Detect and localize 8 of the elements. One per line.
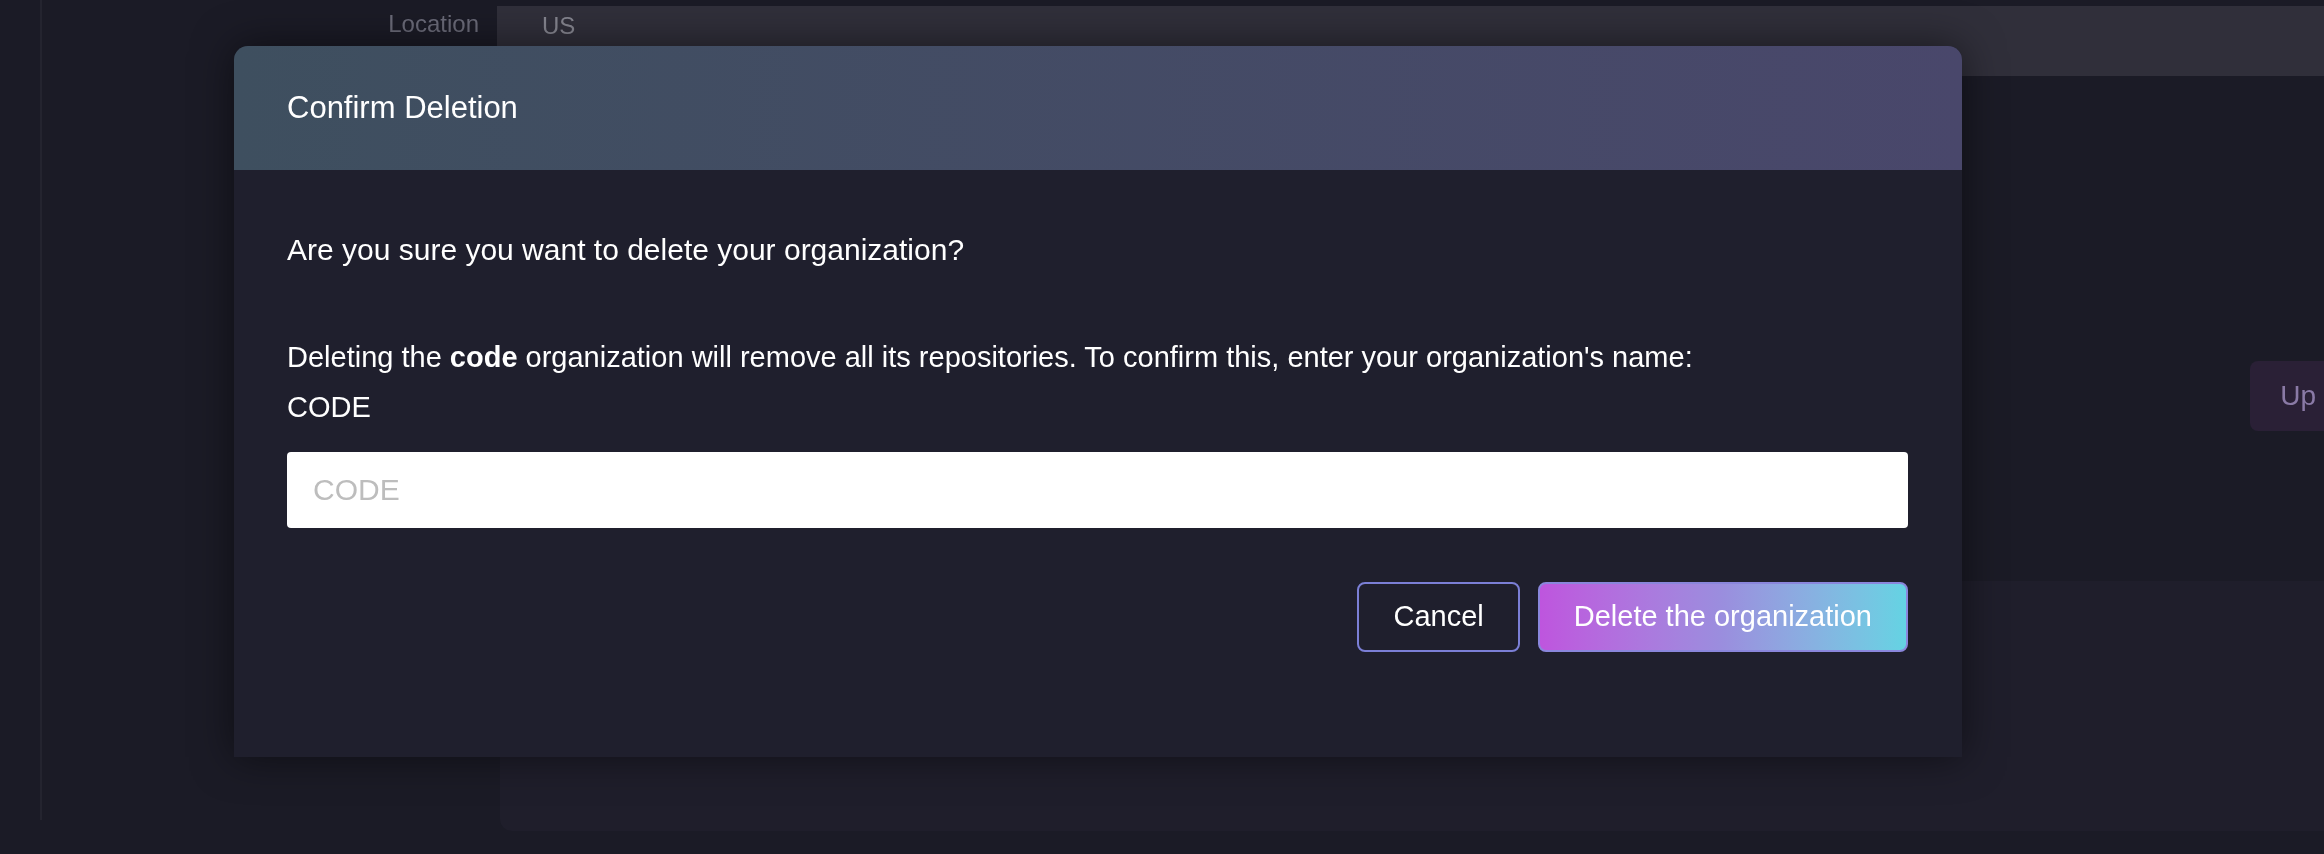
update-button[interactable]: Up — [2250, 361, 2324, 431]
delete-button[interactable]: Delete the organization — [1537, 582, 1908, 652]
instruction-text: Deleting the code organization will remove all its repositories. To confirm this, enter your organization's name: CODE — [287, 340, 1694, 425]
confirmation-question: Are you sure you want to delete your organization? — [287, 232, 966, 268]
cancel-button[interactable]: Cancel — [1357, 582, 1520, 652]
location-label: Location — [387, 9, 480, 39]
dialog-title: Confirm Deletion — [287, 88, 518, 127]
organization-name-field[interactable]: CODE — [287, 452, 1908, 528]
